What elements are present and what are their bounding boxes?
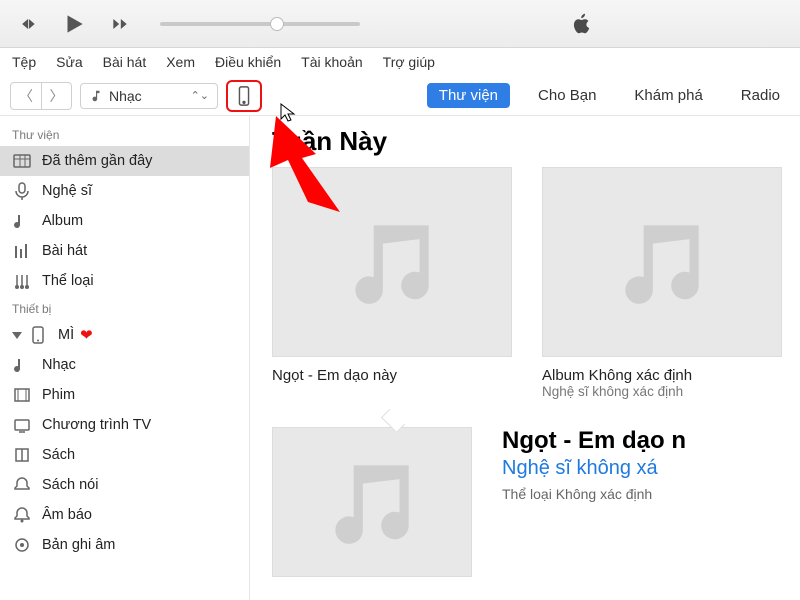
music-notes-icon [317,447,427,557]
device-button[interactable] [226,80,262,112]
album-cover [542,167,782,357]
sidebar-item-label: Bài hát [42,243,87,259]
menu-sửa[interactable]: Sửa [56,54,83,70]
menu-bar: Tệp Sửa Bài hát Xem Điều khiển Tài khoản Trợ g… [0,48,800,76]
phone-icon [28,325,48,345]
mic-icon [12,181,32,201]
sidebar-item-nghệ-sĩ[interactable]: Nghệ sĩ [0,176,249,206]
sidebar-item-label: Âm báo [42,507,92,523]
player-bar [0,0,800,48]
sidebar-item-label: Nhạc [42,357,76,373]
sidebar-item-mì[interactable]: MÌ ❤ [0,320,249,350]
menu-tài khoản[interactable]: Tài khoản [301,54,362,70]
sidebar-item-sách[interactable]: Sách [0,440,249,470]
sidebar-item-album[interactable]: Album [0,206,249,236]
music-notes-icon [337,207,447,317]
book-icon [12,445,32,465]
album-card[interactable]: Album Không xác định Nghệ sĩ không xác đ… [542,167,782,399]
detail-genre: Thể loại Không xác định [502,486,686,502]
album-card[interactable]: Ngọt - Em dạo này [272,167,512,399]
toolbar: 〈 〉 Nhạc ⌃⌄ Thư viện Cho Bạn Khám phá Radio [0,76,800,116]
tab-khám-phá[interactable]: Khám phá [624,83,712,108]
menu-tệp[interactable]: Tệp [12,54,36,70]
tab-thư-viện[interactable]: Thư viện [427,83,510,108]
section-heading: Tuần Này [272,126,778,157]
nav-history: 〈 〉 [10,82,72,110]
menu-bài hát[interactable]: Bài hát [103,54,147,70]
sidebar-item-label: Thể loại [42,273,94,289]
tab-cho-bạn[interactable]: Cho Bạn [528,83,606,108]
detail-artist[interactable]: Nghệ sĩ không xá [502,457,686,480]
genre-icon [12,271,32,291]
detail-title: Ngọt - Em dạo n [502,427,686,455]
bars-icon [12,241,32,261]
note-icon [12,355,32,375]
nav-tabs: Thư viện Cho Bạn Khám phá Radio [427,83,790,108]
music-notes-icon [607,207,717,317]
card-title: Ngọt - Em dạo này [272,367,512,384]
volume-slider[interactable] [160,22,360,26]
sidebar-item-đã-thêm-gần-đây[interactable]: Đã thêm gần đây [0,146,249,176]
sidebar-item-label: Sách nói [42,477,98,493]
sidebar-item-thể-loại[interactable]: Thể loại [0,266,249,296]
sidebar-item-label: Album [42,213,83,229]
media-type-label: Nhạc [109,88,185,104]
rec-icon [12,535,32,555]
back-button[interactable]: 〈 [11,83,41,109]
grid-icon [12,151,32,171]
heart-icon: ❤ [80,326,93,344]
sidebar-item-bản-ghi-âm[interactable]: Bản ghi âm [0,530,249,560]
sidebar-item-chương-trình-tv[interactable]: Chương trình TV [0,410,249,440]
sidebar-item-label: Phim [42,387,75,403]
sidebar-item-âm-báo[interactable]: Âm báo [0,500,249,530]
disclosure-icon [12,332,22,339]
slider-knob[interactable] [270,17,284,31]
tv-icon [12,415,32,435]
music-note-icon [89,89,103,103]
chevron-updown-icon: ⌃⌄ [191,89,209,102]
album-cover [272,167,512,357]
card-title: Album Không xác định [542,367,782,384]
next-button[interactable] [106,10,134,38]
bell-icon [12,475,32,495]
album-detail: Ngọt - Em dạo n Nghệ sĩ không xá Thể loạ… [502,427,686,502]
play-button[interactable] [60,10,88,38]
prev-button[interactable] [14,10,42,38]
sidebar-item-phim[interactable]: Phim [0,380,249,410]
film-icon [12,385,32,405]
bell2-icon [12,505,32,525]
sidebar-item-label: Nghệ sĩ [42,183,92,199]
tab-radio[interactable]: Radio [731,83,790,108]
menu-điều khiển[interactable]: Điều khiển [215,54,281,70]
sidebar-item-label: Đã thêm gần đây [42,153,152,169]
sidebar-item-label: Chương trình TV [42,417,151,433]
phone-icon [237,86,251,106]
sidebar-header: Thư viện [0,122,249,146]
sidebar-item-bài-hát[interactable]: Bài hát [0,236,249,266]
sidebar-header: Thiết bị [0,296,249,320]
sidebar-item-label: Bản ghi âm [42,537,115,553]
sidebar-item-nhạc[interactable]: Nhạc [0,350,249,380]
sidebar-item-sách-nói[interactable]: Sách nói [0,470,249,500]
media-type-selector[interactable]: Nhạc ⌃⌄ [80,83,218,109]
album-cover [272,427,472,577]
menu-xem[interactable]: Xem [166,54,195,70]
sidebar: Thư viện Đã thêm gần đây Nghệ sĩ Album Bài h… [0,116,250,600]
sidebar-item-label: Sách [42,447,75,463]
main-content: Tuần Này Ngọt - Em dạo này Album Không x… [250,116,800,600]
forward-button[interactable]: 〉 [41,83,71,109]
menu-trợ giúp[interactable]: Trợ giúp [383,54,435,70]
note-icon [12,211,32,231]
sidebar-item-label: MÌ [58,327,74,343]
card-subtitle: Nghệ sĩ không xác định [542,384,782,399]
apple-logo-icon [570,12,594,36]
